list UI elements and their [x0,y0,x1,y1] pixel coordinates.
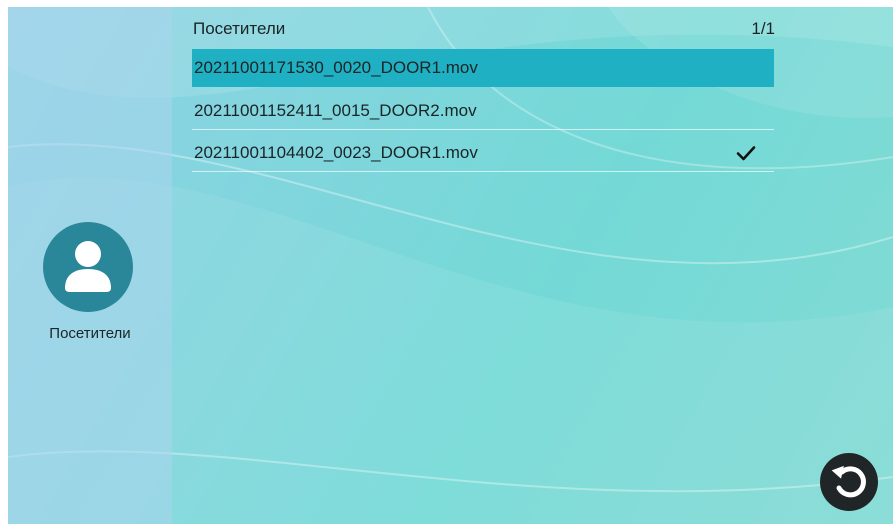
back-button[interactable] [820,453,878,511]
file-row[interactable]: 20211001171530_0020_DOOR1.mov [192,49,774,87]
file-name: 20211001104402_0023_DOOR1.mov [194,142,478,162]
undo-back-icon [831,465,866,498]
check-icon [736,145,756,160]
file-name: 20211001152411_0015_DOOR2.mov [194,100,477,120]
screen: Посетители Посетители 1/1 20211001171530… [8,7,893,524]
list-title: Посетители [193,19,286,38]
person-icon [65,241,111,292]
page-indicator: 1/1 [751,19,775,38]
sidebar-label: Посетители [49,325,131,342]
file-row[interactable]: 20211001152411_0015_DOOR2.mov [192,92,774,130]
list-header: Посетители 1/1 [193,15,775,43]
file-name: 20211001171530_0020_DOOR1.mov [194,58,478,77]
visitors-button[interactable] [43,222,133,312]
file-row[interactable]: 20211001104402_0023_DOOR1.mov [192,134,774,172]
sidebar: Посетители [8,7,172,524]
